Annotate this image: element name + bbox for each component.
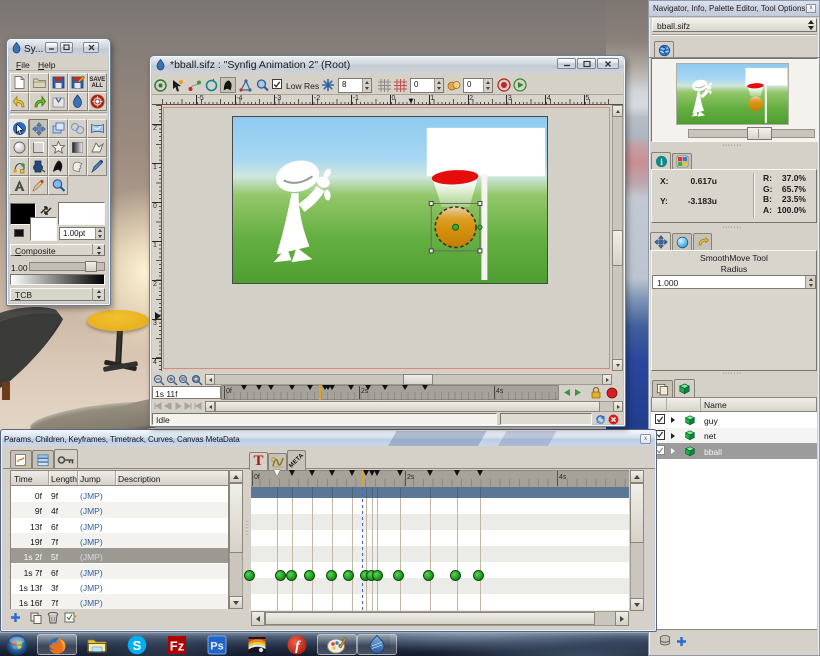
svg-text:S: S bbox=[133, 638, 142, 653]
svg-text:Fz: Fz bbox=[170, 639, 185, 654]
svg-text:Ps: Ps bbox=[210, 641, 223, 653]
svg-text:i: i bbox=[660, 158, 663, 168]
